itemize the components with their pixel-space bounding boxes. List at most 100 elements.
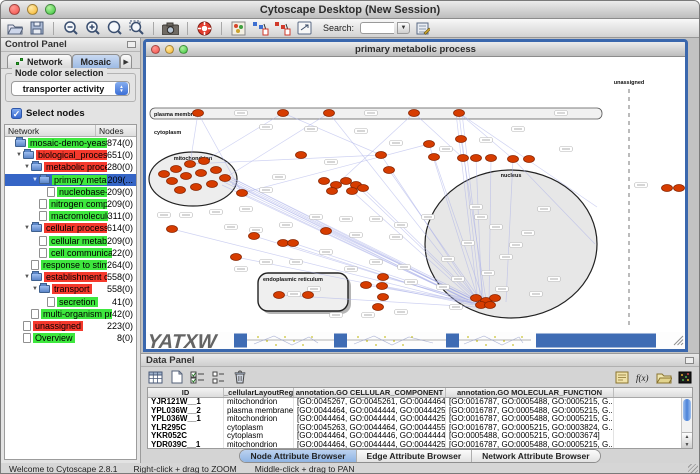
tree-row[interactable]: cell communicat22(0)	[5, 247, 136, 259]
network-node-label-chip[interactable]	[510, 243, 523, 248]
network-node[interactable]	[424, 141, 435, 148]
network-node[interactable]	[490, 295, 501, 302]
network-node-label-chip[interactable]	[362, 313, 375, 318]
network-node-label-chip[interactable]	[390, 235, 403, 240]
network-node[interactable]	[324, 110, 335, 117]
network-node-label-chip[interactable]	[235, 111, 248, 116]
network-node-label-chip[interactable]	[260, 260, 273, 265]
network-node[interactable]	[193, 110, 204, 117]
open-file-icon[interactable]	[5, 20, 24, 37]
network-node[interactable]	[341, 178, 352, 185]
network-node-label-chip[interactable]	[260, 188, 273, 193]
layout-nodes-red-icon[interactable]	[273, 20, 292, 37]
network-canvas[interactable]: plasma membranecytoplasmmitochondrionnuc…	[146, 57, 685, 349]
network-node[interactable]	[384, 167, 395, 174]
network-node-label-chip[interactable]	[555, 111, 568, 116]
network-node[interactable]	[237, 190, 248, 197]
tree-row[interactable]: unassigned223(0)	[5, 320, 136, 332]
network-node-label-chip[interactable]	[496, 287, 509, 292]
expand-triangle-icon[interactable]: ▼	[23, 274, 31, 280]
network-node-label-chip[interactable]	[512, 127, 525, 132]
expand-triangle-icon[interactable]: ▼	[31, 286, 39, 292]
network-node-label-chip[interactable]	[330, 313, 343, 318]
table-vertical-scrollbar[interactable]: ▲▼	[681, 398, 692, 448]
network-node-label-chip[interactable]	[395, 223, 408, 228]
network-node[interactable]	[207, 181, 218, 188]
network-node[interactable]	[249, 233, 260, 240]
tree-row[interactable]: nucleobase-209(0)	[5, 186, 136, 198]
network-node-label-chip[interactable]	[437, 285, 450, 290]
network-node[interactable]	[456, 136, 467, 143]
tree-row[interactable]: multi-organism pro42(0)	[5, 308, 136, 320]
attribute-matrix-icon[interactable]	[676, 369, 693, 385]
network-node[interactable]	[454, 110, 465, 117]
network-node[interactable]	[429, 154, 440, 161]
network-node-label-chip[interactable]	[280, 223, 293, 228]
zoom-in-icon[interactable]	[83, 20, 102, 37]
network-node-label-chip[interactable]	[260, 125, 273, 130]
tab-mosaic[interactable]: Mosaic	[72, 54, 121, 68]
select-nodes-checkbox[interactable]: ✓	[11, 108, 22, 119]
network-node[interactable]	[376, 152, 387, 159]
network-overview-icon[interactable]	[229, 20, 248, 37]
new-attribute-icon[interactable]	[168, 369, 185, 385]
network-node-label-chip[interactable]	[470, 205, 483, 210]
network-node[interactable]	[378, 274, 389, 281]
network-node-label-chip[interactable]	[422, 215, 435, 220]
network-node-label-chip[interactable]	[442, 257, 455, 262]
network-node-label-chip[interactable]	[398, 265, 411, 270]
network-node[interactable]	[278, 240, 289, 247]
network-node[interactable]	[327, 188, 338, 195]
table-row[interactable]: YDR039C__1mitochondrion[GO:0044464, GO:0…	[148, 441, 692, 449]
tree-row[interactable]: ▼cellular process614(0)	[5, 222, 136, 234]
network-node[interactable]	[674, 185, 685, 192]
network-node[interactable]	[471, 155, 482, 162]
tree-column-network[interactable]: Network	[5, 125, 96, 136]
network-node[interactable]	[231, 254, 242, 261]
attribute-table-icon[interactable]	[147, 369, 164, 385]
network-node[interactable]	[471, 295, 482, 302]
network-node-label-chip[interactable]	[308, 287, 321, 292]
column-header[interactable]: ID	[148, 388, 224, 397]
delete-attribute-icon[interactable]	[231, 369, 248, 385]
network-node[interactable]	[321, 228, 332, 235]
network-node[interactable]	[191, 184, 202, 191]
network-node[interactable]	[361, 282, 372, 289]
attribute-editor-icon[interactable]	[613, 369, 630, 385]
network-node[interactable]	[358, 185, 369, 192]
network-node[interactable]	[159, 171, 170, 178]
network-node[interactable]	[167, 178, 178, 185]
network-node-label-chip[interactable]	[240, 207, 253, 212]
network-node-label-chip[interactable]	[390, 141, 403, 146]
network-node-label-chip[interactable]	[452, 277, 465, 282]
network-node-label-chip[interactable]	[325, 160, 338, 165]
tree-column-nodes[interactable]: Nodes	[96, 125, 136, 136]
network-node-label-chip[interactable]	[522, 231, 535, 236]
network-node-label-chip[interactable]	[480, 138, 493, 143]
network-node-label-chip[interactable]	[635, 183, 648, 188]
network-node[interactable]	[220, 175, 231, 182]
float-panel-icon[interactable]	[127, 41, 136, 48]
network-node[interactable]	[347, 188, 358, 195]
network-node-label-chip[interactable]	[345, 267, 358, 272]
tab-network-attribute-browser[interactable]: Network Attribute Browser	[472, 450, 599, 462]
frame-resize-grip[interactable]	[674, 336, 683, 345]
tree-row[interactable]: ▼primary metabo209(...	[5, 174, 136, 186]
tree-row[interactable]: ▼metabolic process280(0)	[5, 161, 136, 173]
select-attributes-icon[interactable]	[189, 369, 206, 385]
scrollbar-thumb[interactable]	[683, 399, 691, 421]
network-node[interactable]	[175, 187, 186, 194]
network-node-label-chip[interactable]	[158, 213, 171, 218]
network-node[interactable]	[409, 110, 420, 117]
layout-nodes-blue-icon[interactable]	[251, 20, 270, 37]
more-tabs-arrow-icon[interactable]: ▶	[120, 54, 132, 68]
zoom-fit-icon[interactable]	[105, 20, 124, 37]
scrollbar-arrows-icon[interactable]: ▲▼	[682, 432, 692, 448]
column-header[interactable]: annotation.GO MOLECULAR_FUNCTION	[446, 388, 614, 397]
tree-row[interactable]: nitrogen compo209(0)	[5, 198, 136, 210]
network-node[interactable]	[508, 156, 519, 163]
help-lifering-icon[interactable]	[195, 20, 214, 37]
network-node-label-chip[interactable]	[210, 210, 223, 215]
network-node-label-chip[interactable]	[288, 292, 301, 297]
network-node[interactable]	[296, 152, 307, 159]
